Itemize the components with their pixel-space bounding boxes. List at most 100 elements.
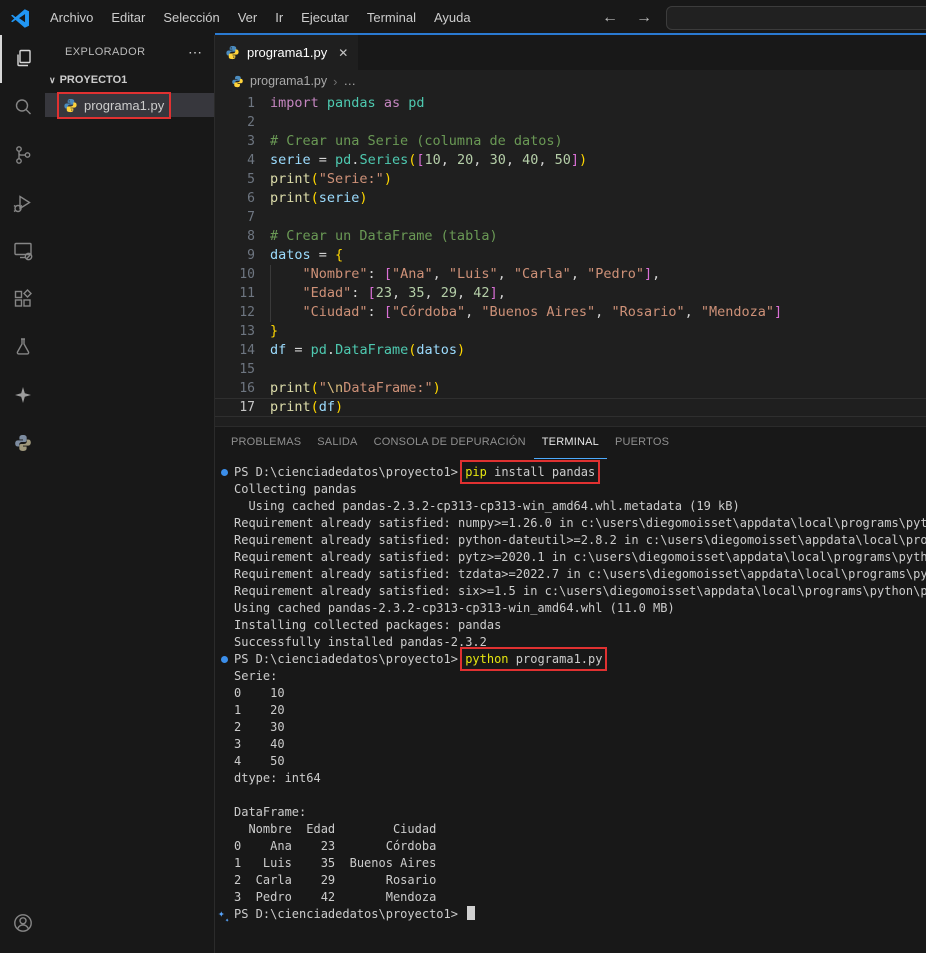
account-icon[interactable] [0,899,45,947]
editor-tab-bar: programa1.py ✕ [215,35,926,70]
menu-ejecutar[interactable]: Ejecutar [292,0,358,35]
code-line-16: 16print("\nDataFrame:") [215,379,926,398]
terminal-line: Requirement already satisfied: tzdata>=2… [221,566,926,583]
remote-explorer-icon[interactable] [0,227,45,275]
terminal-line: Nombre Edad Ciudad [221,821,926,838]
terminal-text: DataFrame: [234,805,306,819]
terminal-line: DataFrame: [221,804,926,821]
token: ( [311,380,319,396]
terminal-line: Collecting pandas [221,481,926,498]
terminal-text: Installing collected packages: pandas [234,618,501,632]
token: print [270,190,311,206]
panel-tab-bar: PROBLEMASSALIDACONSOLA DE DEPURACIÓNTERM… [215,427,926,459]
panel-tab-terminal[interactable]: TERMINAL [534,427,607,459]
menu-terminal[interactable]: Terminal [358,0,425,35]
nav-forward-button[interactable]: → [636,9,652,27]
terminal-line: 1 Luis 35 Buenos Aires [221,855,926,872]
menu-editar[interactable]: Editar [102,0,154,35]
token: ] [774,304,782,320]
python-icon[interactable] [0,419,45,467]
run-debug-icon[interactable] [0,179,45,227]
menu-seleccion[interactable]: Selección [154,0,228,35]
token: pandas [327,95,376,111]
token: "Nombre" [303,266,368,282]
files-icon[interactable] [0,35,45,83]
copilot-sparkle-icon[interactable]: ✦✦ [218,906,231,921]
token [376,95,384,111]
token: : [368,304,384,320]
command-decoration-icon[interactable] [221,469,228,476]
terminal-line: Successfully installed pandas-2.3.2 [221,634,926,651]
panel-tab-problemas[interactable]: PROBLEMAS [223,427,309,459]
panel-tab-consola-de-depuracio-n[interactable]: CONSOLA DE DEPURACIÓN [366,427,534,459]
breadcrumb[interactable]: programa1.py › … [215,70,926,92]
terminal-text: Requirement already satisfied: tzdata>=2… [234,567,926,581]
token: ( [311,399,319,415]
code-line-12: 12 "Ciudad": ["Córdoba", "Buenos Aires",… [215,303,926,322]
token: # Crear un DataFrame (tabla) [270,228,498,244]
token: ) [384,171,392,187]
terminal-text: python [465,652,508,666]
folder-name: PROYECTO1 [60,74,128,86]
token: 20 [457,152,473,168]
code-line-13: 13} [215,322,926,341]
terminal-text: 2 Carla 29 Rosario [234,873,436,887]
search-icon[interactable] [0,83,45,131]
file-name-label: programa1.py [84,98,164,113]
panel-tab-salida[interactable]: SALIDA [309,427,365,459]
terminal-text: Requirement already satisfied: pytz>=202… [234,550,926,564]
title-bar: ArchivoEditarSelecciónVerIrEjecutarTermi… [0,0,926,35]
code-editor[interactable]: 1import pandas as pd23# Crear una Serie … [215,92,926,426]
terminal-text: Collecting pandas [234,482,357,496]
token: serie [270,152,311,168]
terminal-text: Nombre Edad Ciudad [234,822,436,836]
token: : [368,266,384,282]
terminal-output[interactable]: PS D:\cienciadedatos\proyecto1> pip inst… [215,459,926,953]
code-line-17: 17print(df) [215,398,926,417]
tab-close-icon[interactable]: ✕ [338,46,348,60]
breadcrumb-file: programa1.py [250,74,327,88]
token: "Luis" [449,266,498,282]
terminal-text-group: 4 50 [234,754,285,768]
terminal-text-group: Using cached pandas-2.3.2-cp313-cp313-wi… [234,601,675,615]
panel-tab-puertos[interactable]: PUERTOS [607,427,677,459]
sidebar-item-programa1[interactable]: programa1.py [45,93,214,117]
token: ) [457,342,465,358]
menu-ayuda[interactable]: Ayuda [425,0,480,35]
code-line-8: 8# Crear un DataFrame (tabla) [215,227,926,246]
terminal-line: Serie: [221,668,926,685]
explorer-more-actions-icon[interactable]: ⋯ [188,44,202,61]
token: } [270,323,278,339]
token [270,285,303,301]
menu-archivo[interactable]: Archivo [41,0,102,35]
terminal-text-group: Serie: [234,669,277,683]
terminal-text-group: dtype: int64 [234,771,321,785]
line-number: 5 [215,170,270,189]
menu-ver[interactable]: Ver [229,0,267,35]
token: pd [311,342,327,358]
token: pd [408,95,424,111]
source-control-icon[interactable] [0,131,45,179]
token: "Carla" [514,266,571,282]
token: ) [359,190,367,206]
sidebar-folder-proyecto1[interactable]: ∨ PROYECTO1 [45,69,214,91]
line-number: 7 [215,208,270,227]
token: [ [416,152,424,168]
nav-back-button[interactable]: ← [602,9,618,27]
breadcrumb-separator: › [333,74,337,89]
tab-programa1[interactable]: programa1.py ✕ [215,35,358,70]
sparkle-icon[interactable] [0,371,45,419]
command-center-search[interactable] [666,6,926,30]
extensions-icon[interactable] [0,275,45,323]
token: , [473,152,489,168]
terminal-line: PS D:\cienciadedatos\proyecto1> python p… [221,651,926,668]
terminal-text: dtype: int64 [234,771,321,785]
command-decoration-icon[interactable] [221,656,228,663]
testing-icon[interactable] [0,323,45,371]
token: DataFrame [335,342,408,358]
vscode-logo-icon [9,7,31,29]
menu-ir[interactable]: Ir [266,0,292,35]
token: 35 [408,285,424,301]
terminal-line: 3 40 [221,736,926,753]
activity-bar [0,35,45,953]
